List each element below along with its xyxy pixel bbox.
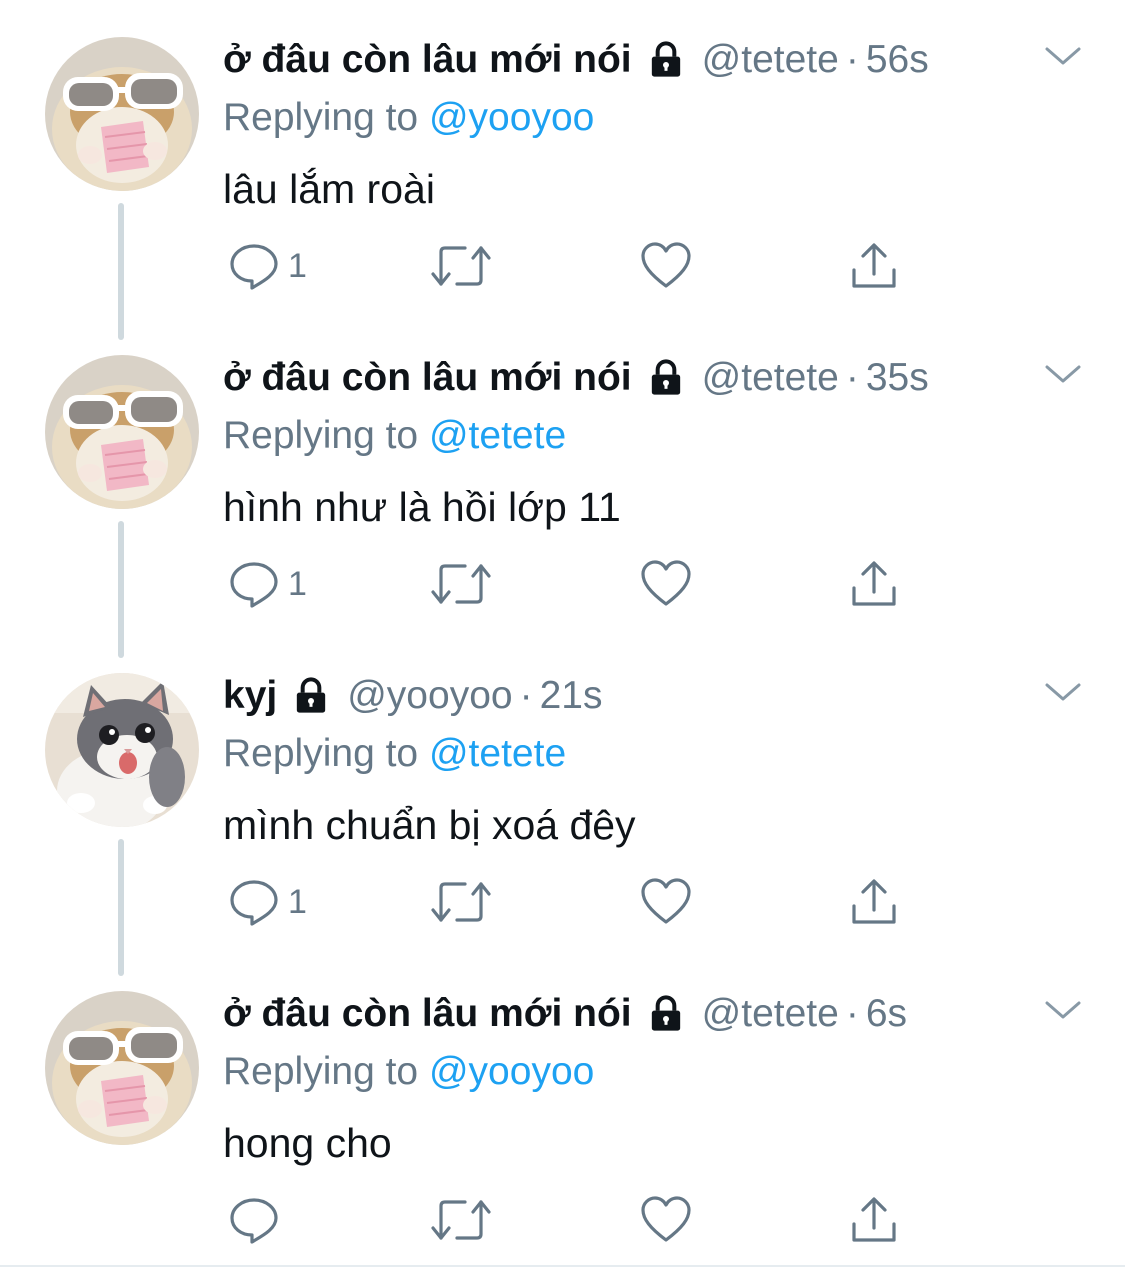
share-button[interactable] <box>848 1194 900 1246</box>
hamster-avatar[interactable] <box>45 355 199 509</box>
like-button[interactable] <box>640 240 692 292</box>
tweet-header: ở đâu còn lâu mới nói @tetete · 6s <box>223 992 907 1036</box>
tweet-text: mình chuẩn bị xoá đêy <box>223 802 636 848</box>
replying-to: Replying to @yooyoo <box>223 1050 594 1094</box>
share-button[interactable] <box>848 558 900 610</box>
retweet-button[interactable] <box>431 240 491 292</box>
tweet[interactable]: ở đâu còn lâu mới nói @tetete · 56s Repl… <box>0 0 1125 340</box>
separator-dot: · <box>519 674 533 717</box>
mention-link[interactable]: @yooyoo <box>429 1050 594 1093</box>
replying-to-label: Replying to <box>223 414 419 457</box>
retweet-icon <box>431 876 491 928</box>
chevron-down-icon[interactable] <box>1043 998 1083 1024</box>
chevron-down-icon[interactable] <box>1043 680 1083 706</box>
reply-count: 1 <box>288 246 307 285</box>
handle[interactable]: @tetete <box>702 992 839 1036</box>
share-button[interactable] <box>848 876 900 928</box>
tweet-text: lâu lắm roài <box>223 166 435 212</box>
like-button[interactable] <box>640 558 692 610</box>
handle[interactable]: @tetete <box>702 356 839 400</box>
tweet-text: hình như là hồi lớp 11 <box>223 484 621 530</box>
display-name[interactable]: ở đâu còn lâu mới nói <box>223 38 632 82</box>
handle[interactable]: @yooyoo <box>347 674 512 718</box>
share-icon <box>848 240 900 292</box>
mention-link[interactable]: @yooyoo <box>429 96 594 139</box>
tweet[interactable]: ở đâu còn lâu mới nói @tetete · 35s Repl… <box>0 318 1125 658</box>
replying-to: Replying to @tetete <box>223 414 566 458</box>
mention-link[interactable]: @tetete <box>429 732 566 775</box>
lock-icon <box>646 994 686 1034</box>
display-name[interactable]: ở đâu còn lâu mới nói <box>223 992 632 1036</box>
replying-to-label: Replying to <box>223 732 419 775</box>
replying-to-label: Replying to <box>223 1050 419 1093</box>
heart-icon <box>640 240 692 292</box>
cat-avatar[interactable] <box>45 673 199 827</box>
share-button[interactable] <box>848 240 900 292</box>
retweet-icon <box>431 558 491 610</box>
reply-icon <box>228 1194 280 1246</box>
separator-dot: · <box>845 356 859 399</box>
lock-icon <box>646 358 686 398</box>
like-button[interactable] <box>640 876 692 928</box>
retweet-button[interactable] <box>431 876 491 928</box>
replying-to-label: Replying to <box>223 96 419 139</box>
tweet-header: ở đâu còn lâu mới nói @tetete · 56s <box>223 38 929 82</box>
chevron-down-icon[interactable] <box>1043 44 1083 70</box>
heart-icon <box>640 876 692 928</box>
chevron-down-icon[interactable] <box>1043 362 1083 388</box>
reply-button[interactable]: 1 <box>228 876 307 928</box>
reply-button[interactable]: 1 <box>228 558 307 610</box>
retweet-button[interactable] <box>431 558 491 610</box>
tweet[interactable]: ở đâu còn lâu mới nói @tetete · 6s Reply… <box>0 954 1125 1272</box>
timestamp[interactable]: 21s <box>540 674 603 718</box>
reply-button[interactable]: 1 <box>228 240 307 292</box>
handle[interactable]: @tetete <box>702 38 839 82</box>
retweet-button[interactable] <box>431 1194 491 1246</box>
reply-icon <box>228 876 280 928</box>
reply-icon <box>228 558 280 610</box>
hamster-avatar[interactable] <box>45 991 199 1145</box>
tweet[interactable]: kyj @yooyoo · 21s Replying to @tetete mì… <box>0 636 1125 976</box>
share-icon <box>848 876 900 928</box>
separator-dot: · <box>845 992 859 1035</box>
hamster-avatar[interactable] <box>45 37 199 191</box>
separator-dot: · <box>845 38 859 81</box>
lock-icon <box>291 676 331 716</box>
share-icon <box>848 1194 900 1246</box>
timestamp[interactable]: 56s <box>866 38 929 82</box>
like-button[interactable] <box>640 1194 692 1246</box>
replying-to: Replying to @yooyoo <box>223 96 594 140</box>
timestamp[interactable]: 35s <box>866 356 929 400</box>
share-icon <box>848 558 900 610</box>
display-name[interactable]: ở đâu còn lâu mới nói <box>223 356 632 400</box>
tweet-text: hong cho <box>223 1120 392 1166</box>
heart-icon <box>640 558 692 610</box>
retweet-icon <box>431 1194 491 1246</box>
timestamp[interactable]: 6s <box>866 992 907 1036</box>
reply-button[interactable] <box>228 1194 288 1246</box>
lock-icon <box>646 40 686 80</box>
retweet-icon <box>431 240 491 292</box>
heart-icon <box>640 1194 692 1246</box>
display-name[interactable]: kyj <box>223 674 277 718</box>
tweet-header: kyj @yooyoo · 21s <box>223 674 602 718</box>
tweet-header: ở đâu còn lâu mới nói @tetete · 35s <box>223 356 929 400</box>
reply-icon <box>228 240 280 292</box>
divider <box>0 1265 1125 1267</box>
mention-link[interactable]: @tetete <box>429 414 566 457</box>
reply-count: 1 <box>288 882 307 921</box>
reply-count: 1 <box>288 564 307 603</box>
replying-to: Replying to @tetete <box>223 732 566 776</box>
